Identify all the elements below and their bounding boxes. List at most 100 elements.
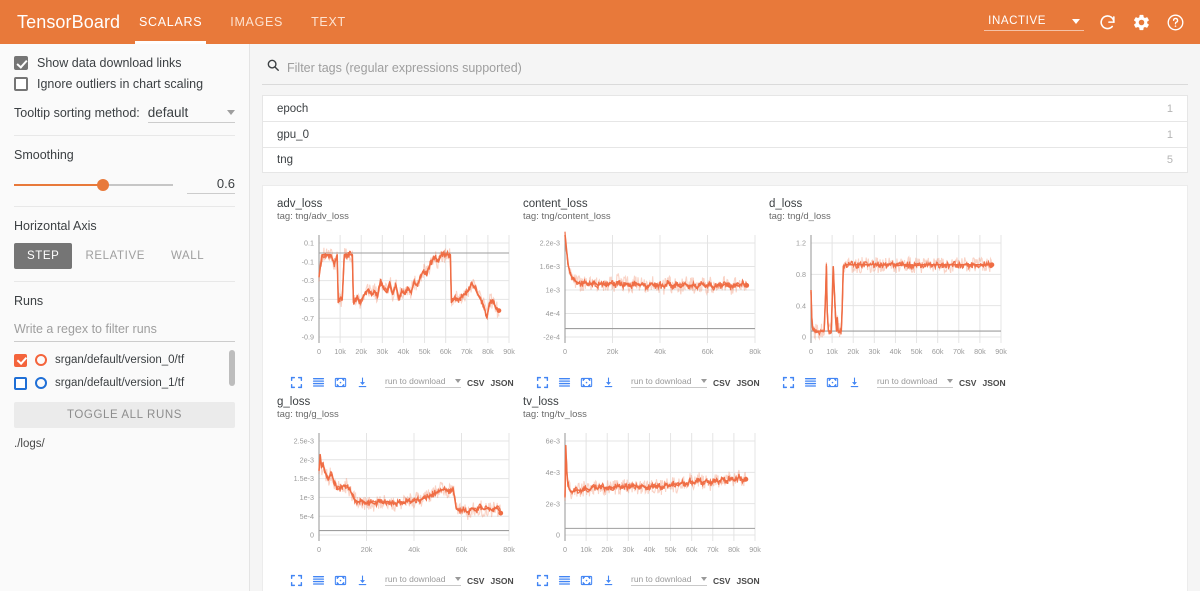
runs-scrollbar[interactable] xyxy=(229,350,235,386)
download-csv-link[interactable]: CSV xyxy=(467,576,484,586)
app-bar: TensorBoard SCALARS IMAGES TEXT INACTIVE xyxy=(0,0,1200,44)
run-checkbox-icon[interactable] xyxy=(14,353,27,367)
run-item-version-1[interactable]: srgan/default/version_1/tf xyxy=(14,373,235,393)
chart-toolbar: run to download CSV JSON xyxy=(523,370,761,392)
run-checkbox-icon[interactable] xyxy=(14,376,27,390)
help-icon[interactable] xyxy=(1164,11,1186,33)
download-icon[interactable] xyxy=(351,570,373,590)
chart-title: d_loss xyxy=(769,198,803,210)
focus-icon[interactable] xyxy=(329,372,351,392)
data-series-icon[interactable] xyxy=(799,372,821,392)
download-json-link[interactable]: JSON xyxy=(490,378,513,388)
focus-icon[interactable] xyxy=(575,570,597,590)
checkbox-show-data-download-links[interactable]: Show data download links xyxy=(14,56,235,70)
chevron-down-icon xyxy=(455,379,461,383)
tag-row-epoch[interactable]: epoch 1 xyxy=(262,95,1188,121)
download-json-link[interactable]: JSON xyxy=(736,576,759,586)
run-to-download-select[interactable]: run to download xyxy=(385,376,461,388)
download-csv-link[interactable]: CSV xyxy=(467,378,484,388)
checkbox-ignore-outliers[interactable]: Ignore outliers in chart scaling xyxy=(14,77,235,91)
chart-subtitle: tag: tng/adv_loss xyxy=(277,211,349,222)
focus-icon[interactable] xyxy=(575,372,597,392)
download-json-link[interactable]: JSON xyxy=(490,576,513,586)
tag-filter-bar xyxy=(262,54,1188,85)
run-label: srgan/default/version_0/tf xyxy=(55,354,185,366)
chart-plot[interactable]: 0 10k 20k 30k 40k 50k 60k 70k 80k 90k 1.2 0.8 0.4 0 xyxy=(769,225,1007,365)
fullscreen-icon[interactable] xyxy=(285,570,307,590)
tag-filter-input[interactable] xyxy=(287,60,1184,75)
run-color-ring-icon xyxy=(35,377,47,389)
tab-images[interactable]: IMAGES xyxy=(216,0,297,44)
toggle-all-runs-button[interactable]: TOGGLE ALL RUNS xyxy=(14,402,235,428)
chevron-down-icon xyxy=(1072,18,1080,24)
chart-title: adv_loss xyxy=(277,198,323,210)
run-to-download-select[interactable]: run to download xyxy=(631,574,707,586)
run-to-download-label: run to download xyxy=(385,574,446,584)
download-json-link[interactable]: JSON xyxy=(982,378,1005,388)
svg-text:1.2: 1.2 xyxy=(796,239,806,248)
chart-plot[interactable]: 0 20k 40k 60k 80k 2.5e-3 2e-3 1.5e-3 1e-3 5e-4 0 xyxy=(277,423,515,563)
chart-title: content_loss xyxy=(523,198,588,210)
tab-text[interactable]: TEXT xyxy=(297,0,360,44)
run-item-version-0[interactable]: srgan/default/version_0/tf xyxy=(14,350,235,370)
download-csv-link[interactable]: CSV xyxy=(713,378,730,388)
focus-icon[interactable] xyxy=(329,570,351,590)
status-label: INACTIVE xyxy=(988,15,1046,27)
tooltip-sorting-row: Tooltip sorting method: default xyxy=(14,105,235,123)
smoothing-value[interactable]: 0.6 xyxy=(187,176,235,194)
status-dropdown[interactable]: INACTIVE xyxy=(984,13,1084,31)
run-to-download-select[interactable]: run to download xyxy=(631,376,707,388)
chevron-down-icon xyxy=(701,379,707,383)
download-csv-link[interactable]: CSV xyxy=(959,378,976,388)
tab-scalars[interactable]: SCALARS xyxy=(125,0,216,44)
horizontal-axis-options: STEP RELATIVE WALL xyxy=(14,243,235,269)
focus-icon[interactable] xyxy=(821,372,843,392)
svg-text:4e-4: 4e-4 xyxy=(546,309,560,318)
data-series-icon[interactable] xyxy=(307,372,329,392)
data-series-icon[interactable] xyxy=(553,570,575,590)
data-series-icon[interactable] xyxy=(307,570,329,590)
download-group: run to download CSV JSON xyxy=(631,574,760,586)
download-group: run to download CSV JSON xyxy=(385,376,514,388)
chart-plot[interactable]: 0 10k 20k 30k 40k 50k 60k 70k 80k 90k 6e-3 4e-3 2e-3… xyxy=(523,423,761,563)
svg-text:2e-3: 2e-3 xyxy=(546,499,560,508)
tag-count: 1 xyxy=(1166,128,1173,141)
chart-title: g_loss xyxy=(277,396,311,408)
download-group: run to download CSV JSON xyxy=(385,574,514,586)
axis-option-relative[interactable]: RELATIVE xyxy=(72,243,158,269)
main-content: epoch 1 gpu_0 1 tng 5 adv_losstag: tng/a… xyxy=(250,44,1200,591)
runs-filter-input[interactable] xyxy=(14,318,235,342)
run-to-download-select[interactable]: run to download xyxy=(385,574,461,586)
fullscreen-icon[interactable] xyxy=(531,570,553,590)
tag-name: gpu_0 xyxy=(277,128,309,141)
run-to-download-select[interactable]: run to download xyxy=(877,376,953,388)
download-icon[interactable] xyxy=(843,372,865,392)
download-icon[interactable] xyxy=(597,570,619,590)
svg-text:0: 0 xyxy=(563,347,567,356)
smoothing-slider[interactable] xyxy=(14,178,173,192)
tooltip-sorting-select[interactable]: default xyxy=(147,105,235,123)
gear-icon[interactable] xyxy=(1130,11,1152,33)
tag-row-tng[interactable]: tng 5 xyxy=(262,147,1188,173)
axis-option-wall[interactable]: WALL xyxy=(158,243,217,269)
run-label: srgan/default/version_1/tf xyxy=(55,377,185,389)
fullscreen-icon[interactable] xyxy=(531,372,553,392)
tag-count: 5 xyxy=(1166,154,1173,166)
svg-text:30k: 30k xyxy=(623,545,635,554)
chart-plot[interactable]: 0 20k 40k 60k 80k 2.2e-3 1.6e-3 1e-3 4e-4 -2e-4 xyxy=(523,225,761,365)
download-json-link[interactable]: JSON xyxy=(736,378,759,388)
fullscreen-icon[interactable] xyxy=(777,372,799,392)
fullscreen-icon[interactable] xyxy=(285,372,307,392)
download-icon[interactable] xyxy=(597,372,619,392)
svg-text:1e-3: 1e-3 xyxy=(546,286,560,295)
refresh-icon[interactable] xyxy=(1096,11,1118,33)
svg-text:0.4: 0.4 xyxy=(796,301,806,310)
download-icon[interactable] xyxy=(351,372,373,392)
slider-knob[interactable] xyxy=(97,179,110,191)
tag-row-gpu-0[interactable]: gpu_0 1 xyxy=(262,121,1188,147)
axis-option-step[interactable]: STEP xyxy=(14,243,73,269)
data-series-icon[interactable] xyxy=(553,372,575,392)
chart-plot[interactable]: 0 10k 20k 30k 40k 50k 60k 70k 80k 90k 0.1 -0.1 -0.3 -… xyxy=(277,225,515,365)
download-csv-link[interactable]: CSV xyxy=(713,576,730,586)
run-to-download-label: run to download xyxy=(877,376,938,386)
